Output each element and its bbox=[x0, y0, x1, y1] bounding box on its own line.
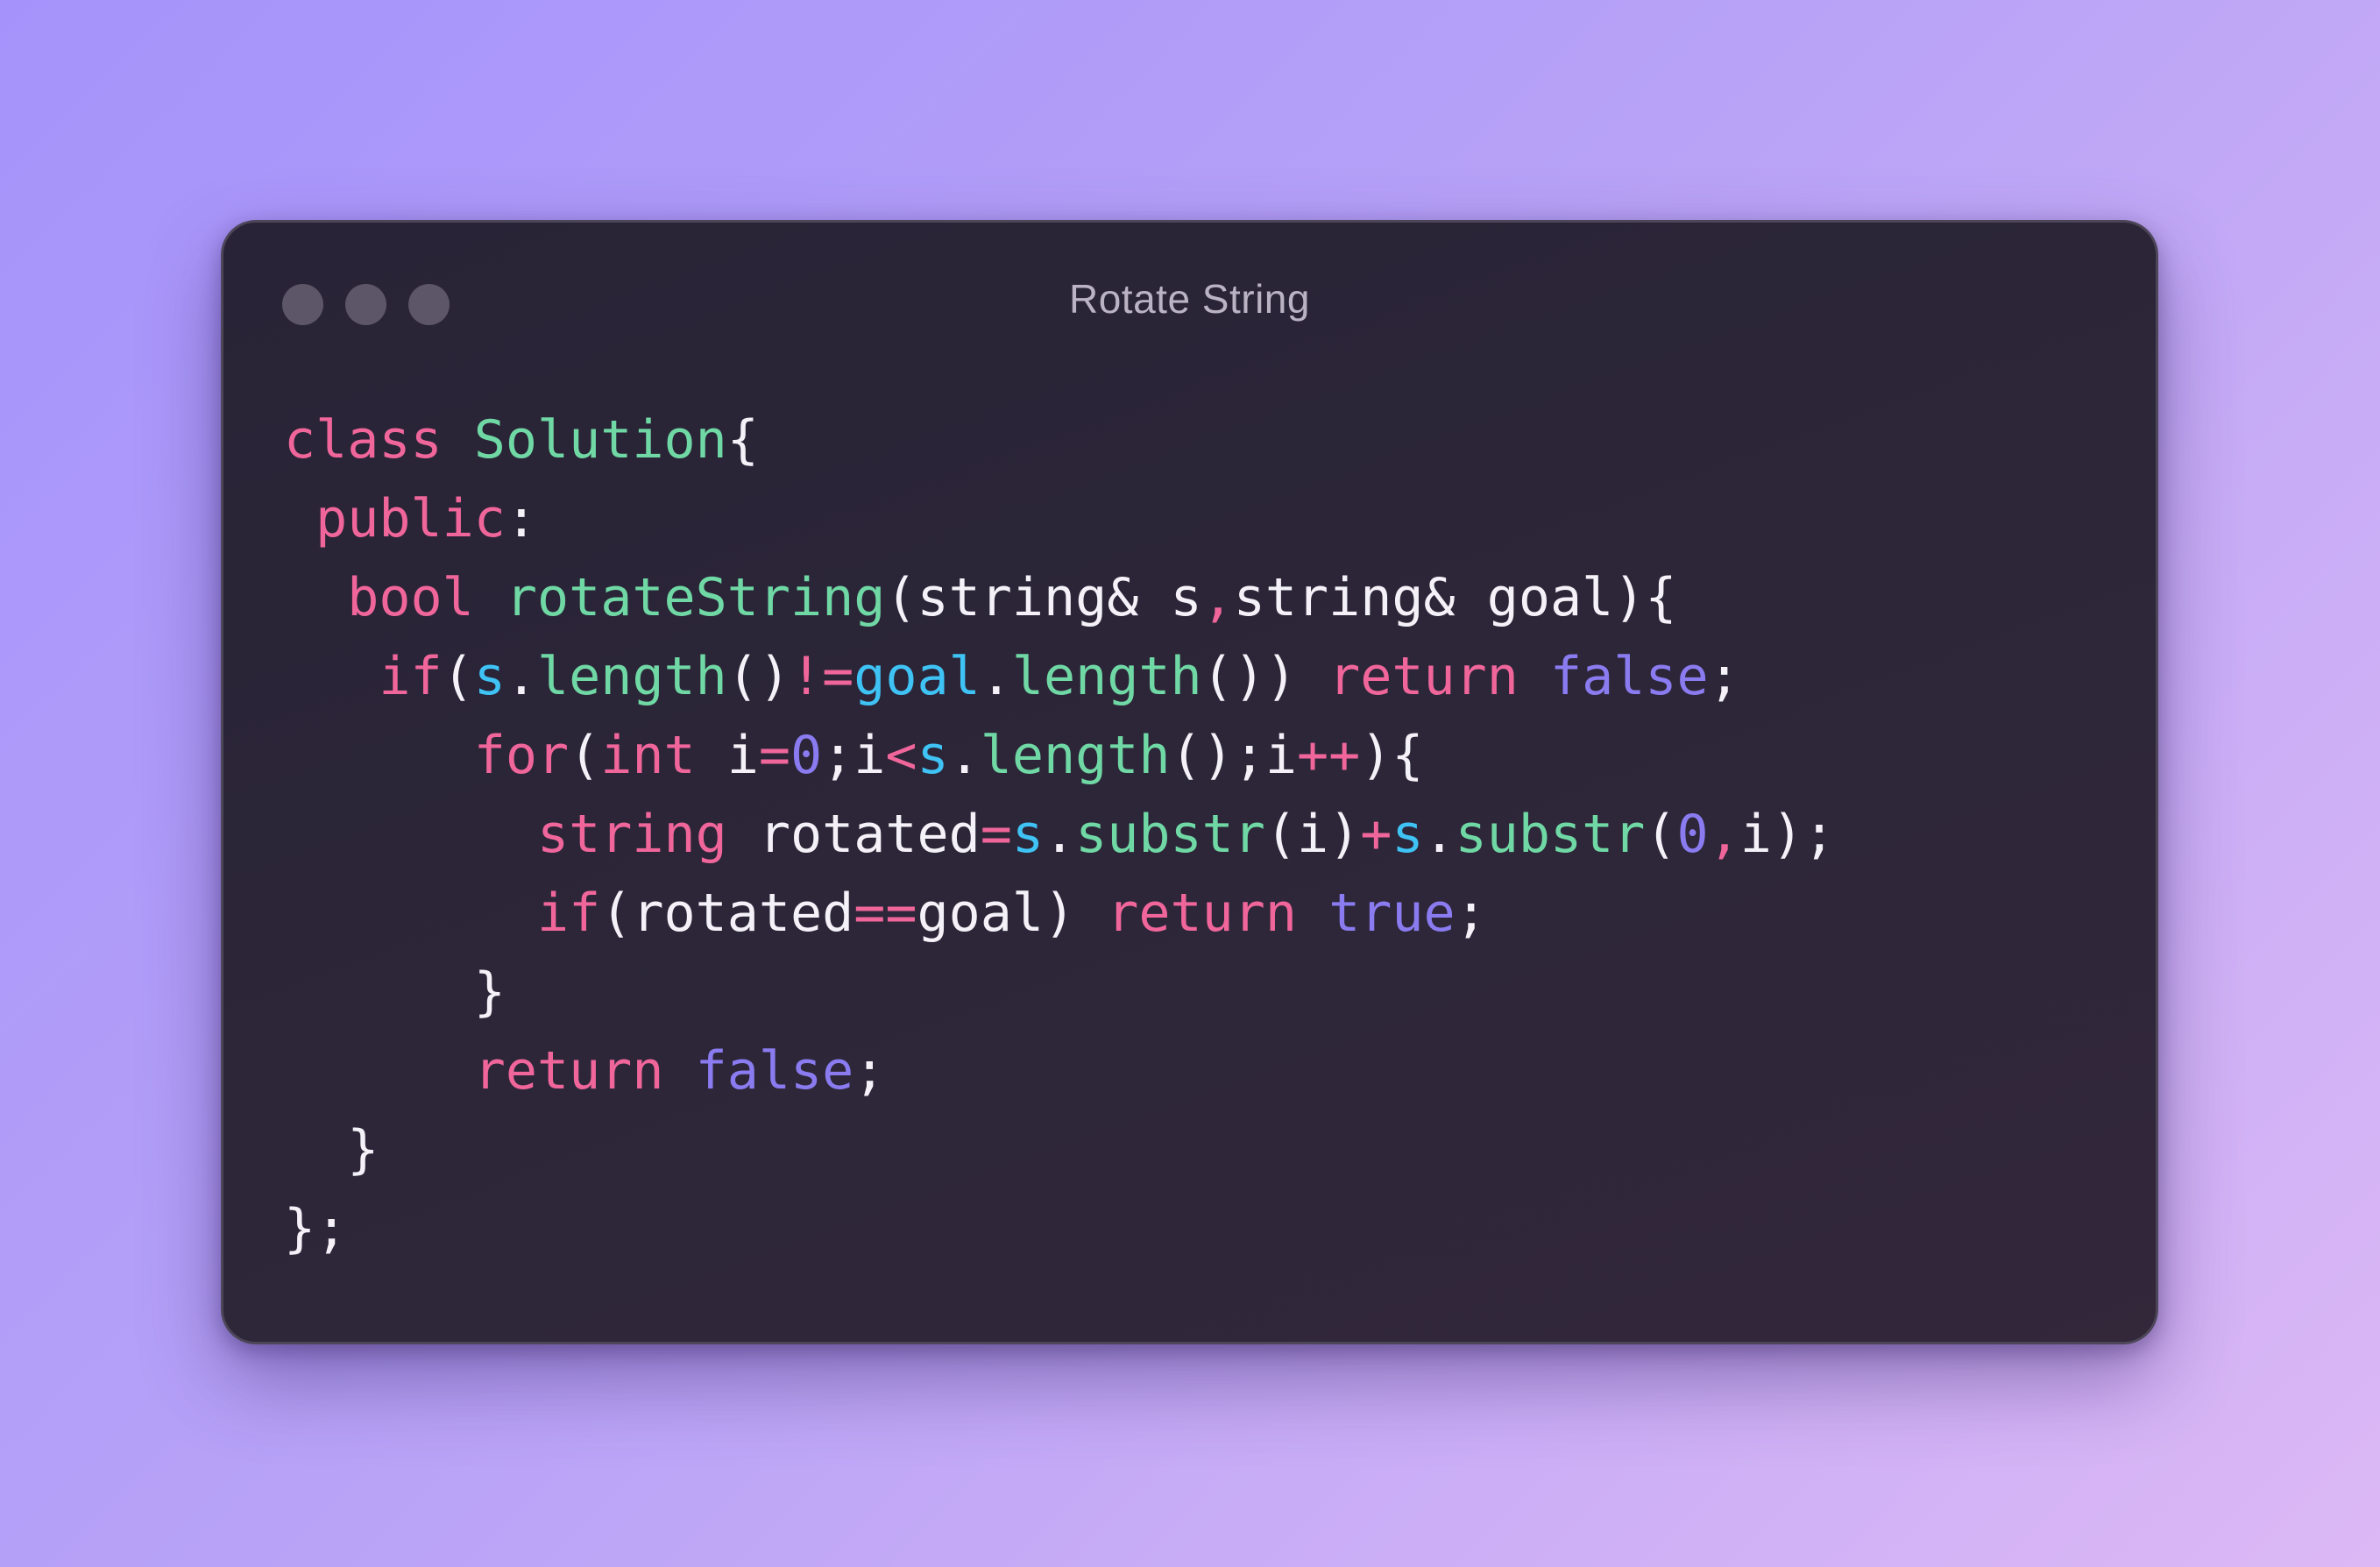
keyword-token: bool bbox=[347, 567, 474, 628]
object-token: s bbox=[1011, 804, 1044, 865]
code-text-token: } bbox=[473, 961, 506, 1023]
code-text-token: ();i bbox=[1170, 725, 1298, 786]
keyword-token: if bbox=[536, 883, 601, 944]
operator-token: == bbox=[854, 883, 917, 944]
code-text-token: ( bbox=[1645, 804, 1677, 865]
code-text-token: (rotated bbox=[600, 883, 854, 944]
object-token: goal bbox=[854, 646, 981, 707]
code-text-token: i); bbox=[1739, 804, 1836, 865]
code-text-token: . bbox=[980, 646, 1012, 707]
keyword-token: if bbox=[379, 646, 443, 707]
function-token: length bbox=[1011, 646, 1202, 707]
code-block: class Solution{ public: bool rotateStrin… bbox=[284, 401, 1835, 1268]
function-token: rotateString bbox=[505, 567, 886, 628]
keyword-token: int bbox=[600, 725, 696, 786]
code-text-token: ){ bbox=[1360, 725, 1424, 786]
operator-token: = bbox=[980, 804, 1012, 865]
code-text-token: ( bbox=[569, 725, 601, 786]
code-line-1: class Solution{ bbox=[284, 401, 1835, 479]
code-text-token: . bbox=[1043, 804, 1076, 865]
object-token: s bbox=[473, 646, 506, 707]
window-title: Rotate String bbox=[1069, 276, 1310, 322]
code-text-token: ;i bbox=[822, 725, 886, 786]
operator-token: , bbox=[1708, 804, 1740, 865]
code-text-token: ; bbox=[1708, 646, 1740, 707]
operator-token: ++ bbox=[1297, 725, 1361, 786]
code-window: Rotate String class Solution{ public: bo… bbox=[221, 220, 2158, 1344]
code-text-token: i bbox=[695, 725, 759, 786]
code-line-7: if(rotated==goal) return true; bbox=[284, 874, 1835, 953]
code-line-9: return false; bbox=[284, 1032, 1835, 1110]
code-line-2: public: bbox=[284, 479, 1835, 558]
code-text-token: ; bbox=[1455, 883, 1487, 944]
code-text-token: ()) bbox=[1201, 646, 1329, 707]
keyword-token: return bbox=[473, 1040, 664, 1102]
code-line-11: }; bbox=[284, 1189, 1835, 1268]
code-text-token: }; bbox=[284, 1198, 348, 1259]
boolean-token: false bbox=[1550, 646, 1709, 707]
code-text-token: { bbox=[726, 409, 759, 471]
function-token: length bbox=[980, 725, 1171, 786]
operator-token: < bbox=[885, 725, 917, 786]
operator-token: = bbox=[758, 725, 790, 786]
number-token: 0 bbox=[1676, 804, 1709, 865]
window-titlebar: Rotate String bbox=[223, 223, 2156, 389]
number-token: 0 bbox=[790, 725, 823, 786]
code-line-3: bool rotateString(string& s,string& goal… bbox=[284, 558, 1835, 637]
code-text-token: string& goal){ bbox=[1233, 567, 1677, 628]
code-line-8: } bbox=[284, 953, 1835, 1032]
function-token: Solution bbox=[473, 409, 727, 471]
code-line-10: } bbox=[284, 1110, 1835, 1189]
keyword-token: return bbox=[1107, 883, 1297, 944]
keyword-token: for bbox=[473, 725, 570, 786]
function-token: length bbox=[537, 646, 727, 707]
code-text-token: rotated bbox=[726, 804, 981, 865]
code-line-4: if(s.length()!=goal.length()) return fal… bbox=[284, 637, 1835, 716]
keyword-token: public bbox=[315, 488, 506, 550]
function-token: substr bbox=[1075, 804, 1265, 865]
code-text-token: () bbox=[726, 646, 790, 707]
code-text-token: ; bbox=[854, 1040, 886, 1102]
code-line-5: for(int i=0;i<s.length();i++){ bbox=[284, 716, 1835, 795]
boolean-token: true bbox=[1328, 883, 1456, 944]
code-text-token: : bbox=[505, 488, 537, 550]
code-text-token: } bbox=[347, 1119, 379, 1181]
operator-token: , bbox=[1201, 567, 1234, 628]
code-text-token: (i) bbox=[1264, 804, 1361, 865]
operator-token: != bbox=[790, 646, 854, 707]
keyword-token: string bbox=[536, 804, 727, 865]
code-text-token: ( bbox=[442, 646, 474, 707]
code-text-token: . bbox=[1423, 804, 1456, 865]
code-text-token: goal) bbox=[917, 883, 1108, 944]
object-token: s bbox=[1392, 804, 1424, 865]
boolean-token: false bbox=[695, 1040, 854, 1102]
operator-token: + bbox=[1360, 804, 1392, 865]
object-token: s bbox=[917, 725, 949, 786]
keyword-token: class bbox=[284, 409, 443, 471]
code-line-6: string rotated=s.substr(i)+s.substr(0,i)… bbox=[284, 795, 1835, 874]
code-text-token: . bbox=[505, 646, 537, 707]
keyword-token: return bbox=[1328, 646, 1519, 707]
function-token: substr bbox=[1455, 804, 1646, 865]
code-text-token: . bbox=[948, 725, 981, 786]
code-text-token: (string& s bbox=[885, 567, 1202, 628]
